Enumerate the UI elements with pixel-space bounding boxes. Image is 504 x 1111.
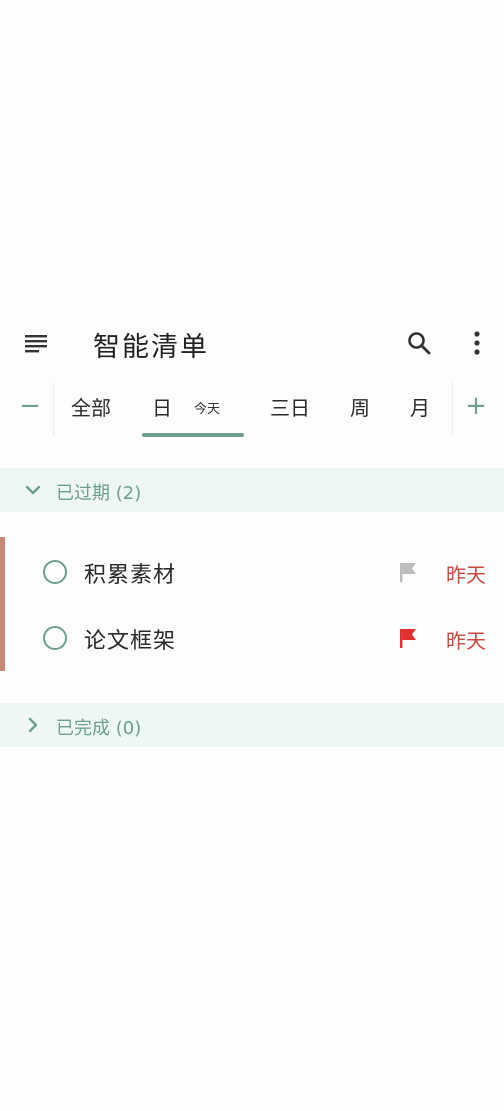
task-title: 积累素材 xyxy=(84,563,177,588)
tab-divider xyxy=(53,382,54,436)
tab-day[interactable]: 日 xyxy=(152,392,172,421)
page-title: 智能清单 xyxy=(93,332,209,363)
section-completed-header[interactable]: 已完成 (0) xyxy=(0,703,504,747)
tab-three-day[interactable]: 三日 xyxy=(270,392,310,421)
flag-icon[interactable] xyxy=(398,561,418,583)
chevron-right-icon xyxy=(28,717,38,733)
section-overdue-label: 已过期 (2) xyxy=(56,483,142,504)
tab-day-sublabel: 今天 xyxy=(194,402,221,417)
zoom-in-button[interactable]: + xyxy=(460,386,492,426)
tab-month[interactable]: 月 xyxy=(410,392,430,421)
tab-week[interactable]: 周 xyxy=(350,392,370,421)
more-vert-icon[interactable] xyxy=(466,329,488,357)
date-range-tabs: − 全部 日 今天 三日 周 月 + xyxy=(0,374,504,438)
task-due-date: 昨天 xyxy=(446,629,486,653)
task-checkbox[interactable] xyxy=(43,626,67,650)
task-row[interactable]: 论文框架 昨天 xyxy=(0,605,504,671)
flag-icon[interactable] xyxy=(398,627,418,649)
tab-selected-indicator xyxy=(142,433,244,437)
tab-divider xyxy=(452,382,453,436)
search-icon[interactable] xyxy=(405,329,433,357)
task-title: 论文框架 xyxy=(84,629,177,654)
task-row[interactable]: 积累素材 昨天 xyxy=(0,539,504,605)
zoom-out-button[interactable]: − xyxy=(14,386,46,426)
tab-all[interactable]: 全部 xyxy=(71,392,111,421)
app-bar: 智能清单 xyxy=(0,312,504,374)
section-completed-label: 已完成 (0) xyxy=(56,718,142,739)
task-checkbox[interactable] xyxy=(43,560,67,584)
chevron-down-icon xyxy=(25,485,41,495)
section-overdue-header[interactable]: 已过期 (2) xyxy=(0,468,504,512)
task-due-date: 昨天 xyxy=(446,563,486,587)
menu-icon[interactable] xyxy=(22,329,50,357)
